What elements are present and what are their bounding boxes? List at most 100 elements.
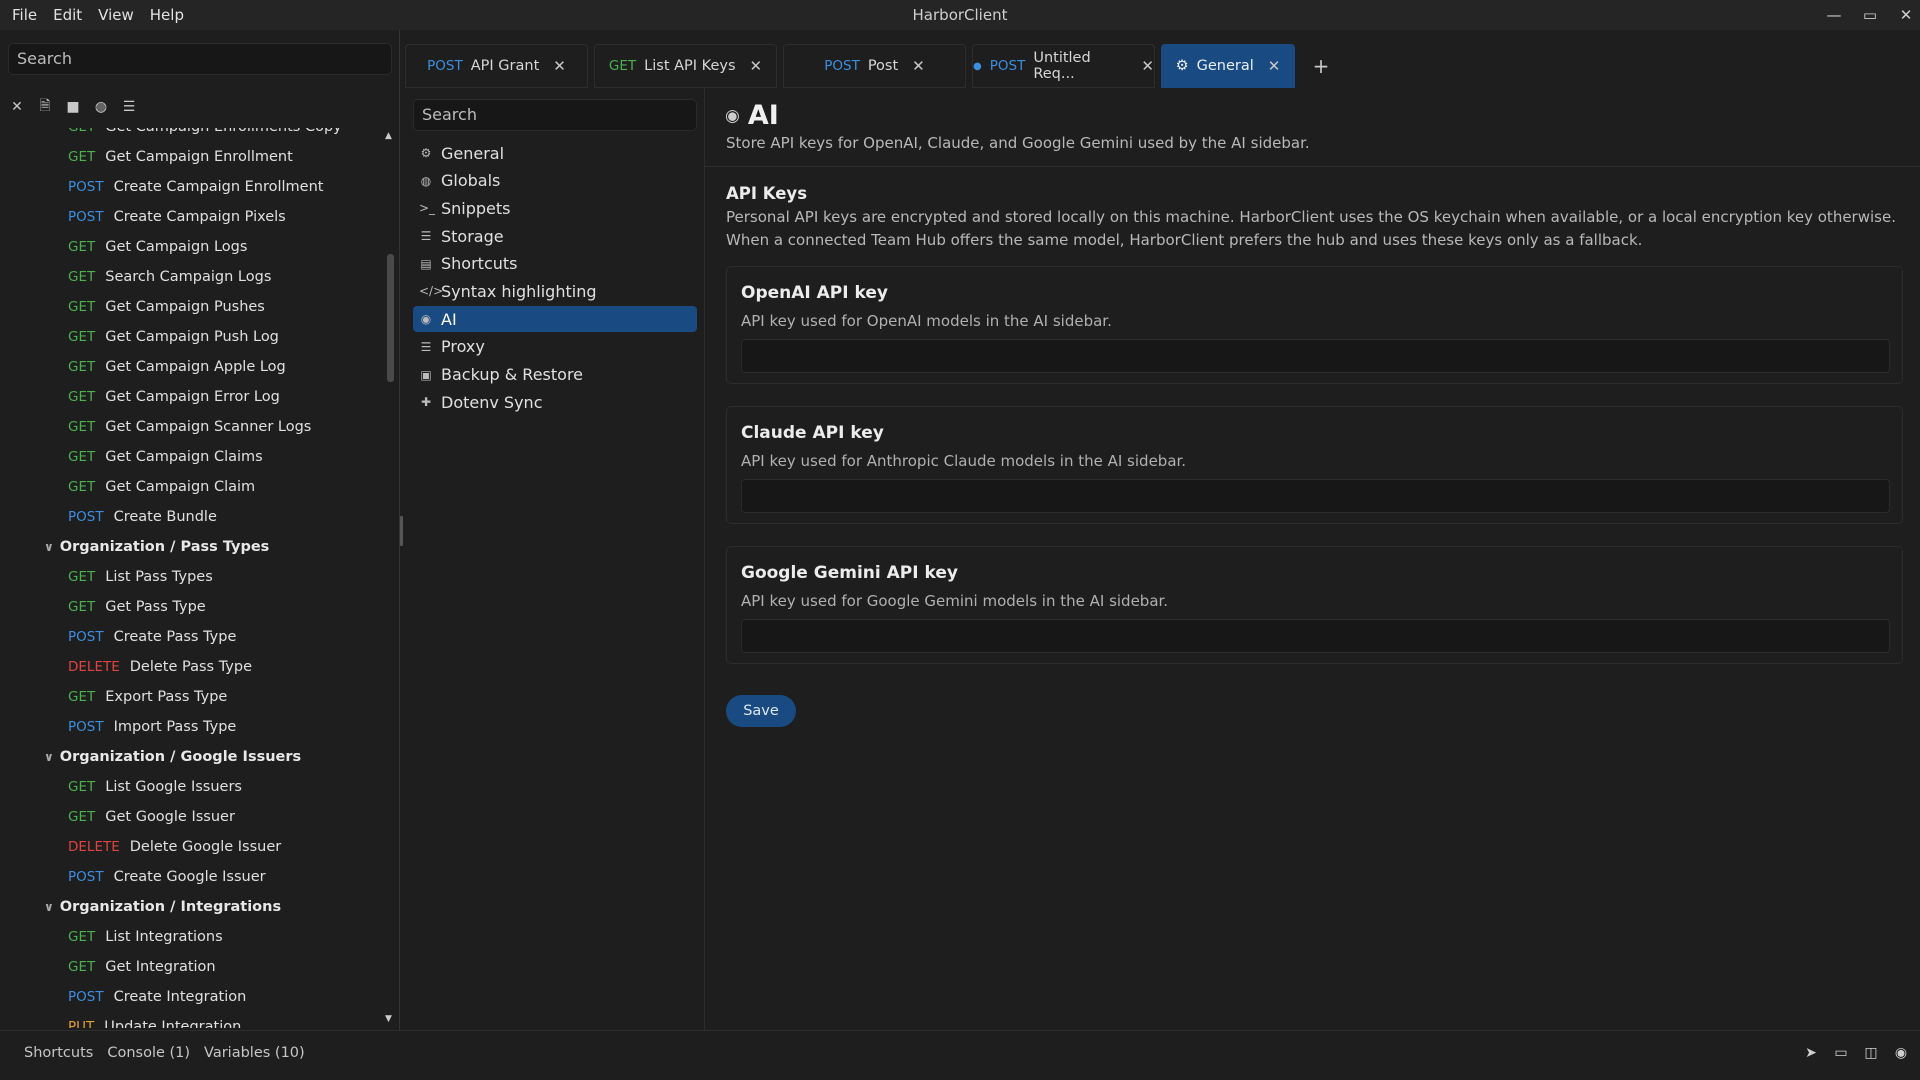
tree-folder[interactable]: ∨ Organization / Integrations [0,892,388,922]
sidebar-scrollbar-thumb[interactable] [387,254,394,382]
settings-nav-ai[interactable]: ◉ AI [413,306,697,333]
menu-edit[interactable]: Edit [53,6,92,24]
settings-nav-globals[interactable]: ◍ Globals [413,168,697,194]
new-tab-button[interactable]: + [1301,44,1341,88]
scroll-down-icon[interactable]: ▼ [385,1014,392,1024]
status-shortcuts[interactable]: Shortcuts [24,1045,93,1061]
claude-key-input[interactable] [741,479,1890,513]
request-name: Get Campaign Pushes [105,299,265,315]
request-method: POST [68,869,104,885]
tree-request[interactable]: POST Create Campaign Enrollment [0,172,388,202]
tree-request[interactable]: GET Get Campaign Enrollment [0,142,388,172]
request-name: Get Campaign Claims [105,449,263,465]
close-icon[interactable]: ✕ [1268,57,1281,75]
chevron-down-icon[interactable]: ∨ [44,750,54,764]
gemini-key-input[interactable] [741,619,1890,653]
gemini-key-card: Google Gemini API key API key used for G… [726,546,1903,664]
tree-request[interactable]: POST Create Google Issuer [0,862,388,892]
settings-nav-snippets[interactable]: >_ Snippets [413,195,697,221]
sidebar-search-input[interactable]: Search [8,43,392,75]
tree-request[interactable]: GET List Google Issuers [0,772,388,802]
settings-nav-proxy[interactable]: ☰ Proxy [413,334,697,360]
tree-request[interactable]: GET Get Campaign Claims [0,442,388,472]
tree-request[interactable]: GET List Integrations [0,922,388,952]
claude-key-card: Claude API key API key used for Anthropi… [726,406,1903,524]
gear-icon: ⚙ [1175,58,1189,74]
settings-search-input[interactable]: Search [413,99,697,131]
tree-folder-label: Organization / Integrations [59,899,282,915]
tree-request[interactable]: GET Get Campaign Logs [0,232,388,262]
chevron-down-icon[interactable]: ∨ [44,540,54,554]
settings-nav-general[interactable]: ⚙ General [413,140,697,166]
tree-folder[interactable]: ∨ Organization / Pass Types [0,532,388,562]
settings-nav-label: Storage [441,226,504,246]
status-variables[interactable]: Variables (10) [204,1045,305,1061]
tree-request[interactable]: GET Get Campaign Scanner Logs [0,412,388,442]
tree-request[interactable]: GET Get Campaign Enrollments Copy [0,128,388,142]
settings-nav-syntax-highlighting[interactable]: </> Syntax highlighting [413,278,697,304]
robot-icon[interactable]: ◉ [1894,1045,1908,1061]
tab-2[interactable]: GET List API Keys ✕ [594,44,777,88]
database-icon[interactable]: ☰ [122,99,136,115]
settings-nav-shortcuts[interactable]: ▤ Shortcuts [413,251,697,277]
send-icon[interactable]: ➤ [1804,1045,1818,1061]
close-icon[interactable]: ✕ [750,57,763,75]
tree-request[interactable]: POST Create Pass Type [0,622,388,652]
settings-nav-dotenv-sync[interactable]: ✚ Dotenv Sync [413,389,697,415]
tab-1[interactable]: POST API Grant ✕ [405,44,588,88]
tree-request[interactable]: GET Get Campaign Error Log [0,382,388,412]
inbox-icon[interactable]: ▭ [1834,1045,1848,1061]
settings-nav-storage[interactable]: ☰ Storage [413,223,697,249]
tree-request[interactable]: POST Create Campaign Pixels [0,202,388,232]
tree-request[interactable]: GET Export Pass Type [0,682,388,712]
close-window-icon[interactable]: ✕ [1898,6,1914,24]
menu-help[interactable]: Help [150,6,194,24]
tree-request[interactable]: DELETE Delete Pass Type [0,652,388,682]
tree-request[interactable]: GET Get Pass Type [0,592,388,622]
tree-request[interactable]: GET Search Campaign Logs [0,262,388,292]
title-bar: File Edit View Help HarborClient — ▭ ✕ [0,0,1920,30]
tree-request[interactable]: POST Create Integration [0,982,388,1012]
tree-request[interactable]: GET List Pass Types [0,562,388,592]
settings-nav-label: Backup & Restore [441,365,584,384]
tree-request[interactable]: GET Get Campaign Push Log [0,322,388,352]
layout-icon[interactable]: ◫ [1864,1045,1878,1061]
tree-request[interactable]: GET Get Campaign Apple Log [0,352,388,382]
settings-nav-backup-restore[interactable]: ▣ Backup & Restore [413,362,697,388]
globe-icon[interactable]: ◍ [94,99,108,115]
request-name: Search Campaign Logs [105,269,272,285]
folder-icon[interactable]: ■ [66,99,80,115]
tree-request[interactable]: GET Get Google Issuer [0,802,388,832]
close-icon[interactable]: ✕ [1141,57,1154,75]
close-icon[interactable]: ✕ [553,57,566,75]
chevron-down-icon[interactable]: ∨ [44,900,54,914]
tree-request[interactable]: POST Import Pass Type [0,712,388,742]
close-icon[interactable]: ✕ [912,57,925,75]
save-button[interactable]: Save [726,695,796,727]
status-console[interactable]: Console (1) [107,1045,190,1061]
menu-view[interactable]: View [98,6,144,24]
tree-request[interactable]: GET Get Integration [0,952,388,982]
menu-file[interactable]: File [12,6,47,24]
tree-request[interactable]: PUT Update Integration [0,1012,388,1028]
tree-request[interactable]: GET Get Campaign Pushes [0,292,388,322]
close-icon[interactable]: ✕ [10,99,24,115]
tab-3[interactable]: POST Post ✕ [783,44,966,88]
settings-nav-label: AI [441,309,457,329]
tree-folder[interactable]: ∨ Organization / Google Issuers [0,742,388,772]
minimize-icon[interactable]: — [1826,6,1842,24]
maximize-icon[interactable]: ▭ [1862,6,1878,24]
tab-4[interactable]: ● POST Untitled Req... ✕ [972,44,1155,88]
sidebar-resize-handle[interactable] [400,516,403,546]
database-icon: ☰ [420,229,432,244]
tree-request[interactable]: GET Get Campaign Claim [0,472,388,502]
request-method: GET [68,419,96,435]
openai-key-input[interactable] [741,339,1890,373]
tab-method: POST [989,58,1026,74]
scroll-up-icon[interactable]: ▲ [385,131,392,141]
tree-request[interactable]: DELETE Delete Google Issuer [0,832,388,862]
tab-5[interactable]: ⚙ General ✕ [1161,44,1295,88]
file-icon[interactable]: 🗎 [38,95,52,119]
tree-request[interactable]: POST Create Bundle [0,502,388,532]
request-name: Import Pass Type [113,719,237,735]
